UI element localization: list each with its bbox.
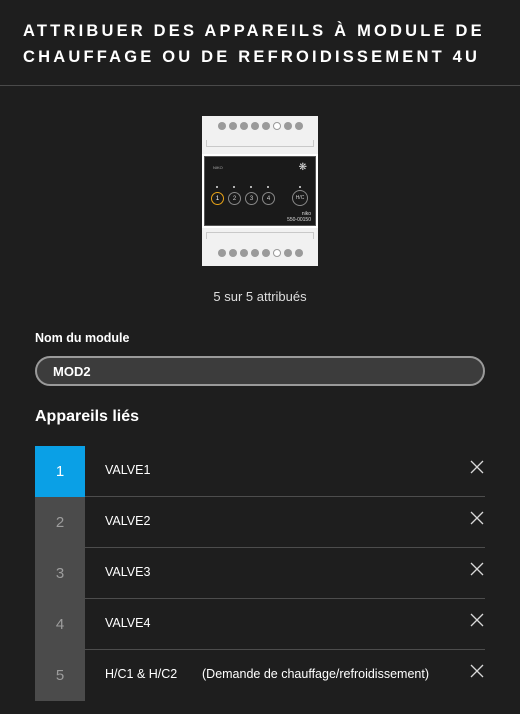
close-icon[interactable] — [469, 663, 485, 679]
list-item[interactable]: 3 VALVE3 — [35, 548, 485, 599]
output-number: 1 — [35, 446, 85, 497]
close-icon[interactable] — [469, 510, 485, 526]
module-name-label: Nom du module — [35, 331, 130, 345]
output-number: 2 — [35, 497, 85, 548]
device-name: VALVE2 — [105, 514, 151, 528]
terminal-screw — [217, 249, 226, 257]
output-number: 4 — [35, 599, 85, 650]
module-model: niko 550-00150 — [287, 211, 311, 223]
output-number: 5 — [35, 650, 85, 701]
assigned-count: 5 sur 5 attribués — [213, 289, 307, 304]
module-button-3: 3 — [245, 192, 258, 205]
module-name-input[interactable] — [35, 356, 485, 386]
device-name: VALVE1 — [105, 463, 151, 477]
terminal-screw — [261, 122, 270, 130]
terminal-screw — [239, 249, 248, 257]
close-icon[interactable] — [469, 459, 485, 475]
terminal-screw — [261, 249, 270, 257]
module-button-hc: H/C — [292, 190, 308, 206]
output-number: 3 — [35, 548, 85, 599]
module-face: NIKO ❋ 1 2 3 4 H/C niko 550-00150 — [202, 154, 318, 228]
terminal-screw — [217, 122, 226, 130]
module-image: NIKO ❋ 1 2 3 4 H/C niko 550-00150 — [202, 116, 318, 266]
terminal-screw — [250, 249, 259, 257]
module-top-terminals — [202, 116, 318, 154]
terminal-screw — [283, 122, 292, 130]
device-name: VALVE4 — [105, 616, 151, 630]
list-item[interactable]: 1 VALVE1 — [35, 446, 485, 497]
linked-devices-list: 1 VALVE1 2 VALVE2 3 VALVE3 4 VALVE4 5 H/… — [35, 446, 485, 701]
terminal-screw — [283, 249, 292, 257]
list-item[interactable]: 5 H/C1 & H/C2 (Demande de chauffage/refr… — [35, 650, 485, 701]
list-item[interactable]: 4 VALVE4 — [35, 599, 485, 650]
module-bottom-terminals — [202, 228, 318, 266]
terminal-screw — [250, 122, 259, 130]
module-button-2: 2 — [228, 192, 241, 205]
device-description: (Demande de chauffage/refroidissement) — [202, 667, 429, 681]
terminal-screw — [294, 122, 303, 130]
terminal-screw — [228, 249, 237, 257]
terminal-screw — [272, 249, 281, 257]
terminal-screw — [239, 122, 248, 130]
terminal-screw — [294, 249, 303, 257]
close-icon[interactable] — [469, 561, 485, 577]
linked-devices-heading: Appareils liés — [35, 408, 140, 425]
terminal-screw — [272, 122, 281, 130]
device-name: H/C1 & H/C2 — [105, 667, 178, 681]
close-icon[interactable] — [469, 612, 485, 628]
module-brand: NIKO — [213, 165, 223, 170]
device-name: VALVE3 — [105, 565, 151, 579]
list-item[interactable]: 2 VALVE2 — [35, 497, 485, 548]
fan-icon: ❋ — [298, 162, 307, 173]
page-title: ATTRIBUER DES APPAREILS À MODULE DE CHAU… — [23, 22, 485, 66]
dialog-header: ATTRIBUER DES APPAREILS À MODULE DE CHAU… — [0, 0, 520, 86]
module-button-1: 1 — [211, 192, 224, 205]
terminal-screw — [228, 122, 237, 130]
module-button-4: 4 — [262, 192, 275, 205]
